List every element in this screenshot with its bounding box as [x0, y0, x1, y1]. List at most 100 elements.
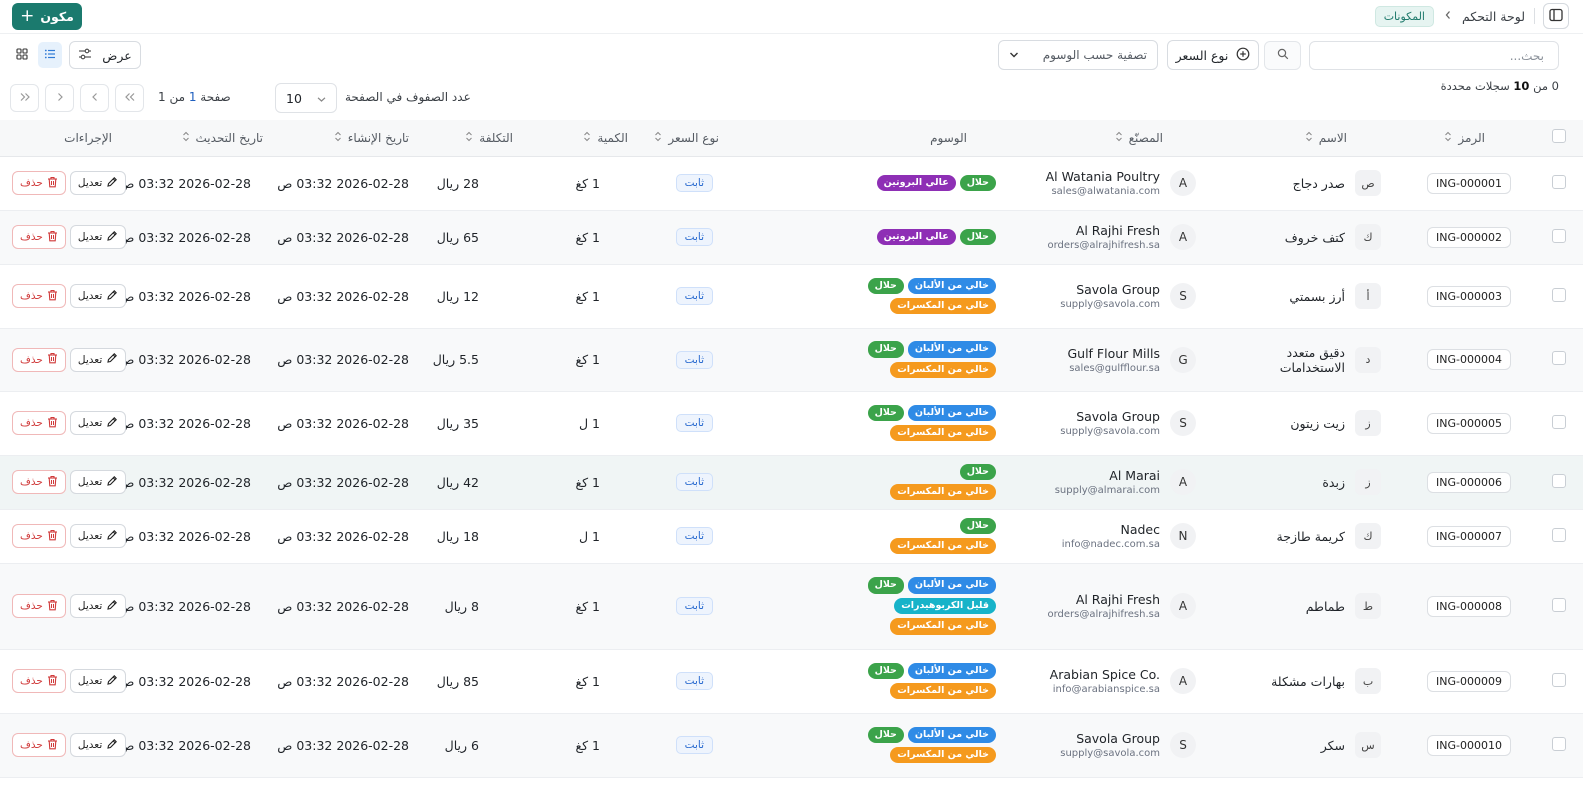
- tags-cell: خالي من الألبان حلال خالي من المكسرات: [861, 662, 996, 700]
- column-header-manufacturer[interactable]: المصنّع: [1115, 131, 1163, 145]
- previous-page-button[interactable]: [80, 84, 109, 112]
- delete-button[interactable]: حذف: [12, 171, 66, 195]
- quantity-value: 1 كغ: [575, 352, 600, 367]
- delete-button[interactable]: حذف: [12, 594, 66, 618]
- next-page-button[interactable]: [45, 84, 74, 112]
- chevron-left-icon: [1444, 9, 1452, 24]
- row-checkbox[interactable]: [1552, 414, 1566, 429]
- row-checkbox[interactable]: [1552, 174, 1566, 189]
- table-row[interactable]: ING-000005 ز زيت زيتون S Savola Group supply@…: [0, 391, 1583, 456]
- created-at-value: 2026-02-28 03:32 ص: [277, 229, 409, 245]
- tag-filter-select[interactable]: تصفية حسب الوسوم: [998, 40, 1158, 70]
- search-input[interactable]: [1309, 41, 1559, 70]
- table-row[interactable]: ING-000007 ك كريمة طازجة N Nadec info@nadec.c…: [0, 509, 1583, 564]
- table-row[interactable]: ING-000009 ب بهارات مشكلة A Arabian Spice Co…: [0, 649, 1583, 714]
- tag-badge: حلال: [959, 463, 996, 480]
- row-actions: تعديل حذف: [0, 524, 127, 548]
- row-checkbox[interactable]: [1552, 597, 1566, 612]
- tag-badge: حلال: [867, 404, 904, 421]
- manufacturer-name: Nadec: [1120, 522, 1160, 537]
- manufacturer-name: Al Rajhi Fresh: [1075, 223, 1160, 238]
- top-bar: لوحة التحكم المكونات مكون +: [0, 0, 1583, 34]
- manufacturer-cell: N Nadec info@nadec.com.sa: [1002, 522, 1196, 550]
- ingredient-avatar: ز: [1355, 410, 1381, 436]
- cost-value: 12 ريال: [436, 288, 479, 304]
- delete-button[interactable]: حذف: [12, 669, 66, 693]
- price-type-badge: ثابت: [675, 228, 713, 246]
- column-header-quantity[interactable]: الكمية: [583, 131, 628, 145]
- plus-icon: +: [20, 6, 35, 26]
- table-row[interactable]: ING-000008 ط طماطم A Al Rajhi Fresh orders@al…: [0, 563, 1583, 650]
- edit-button[interactable]: تعديل: [69, 411, 127, 435]
- select-all-checkbox[interactable]: [1552, 129, 1566, 144]
- list-view-button[interactable]: [38, 42, 62, 68]
- table-row[interactable]: ING-000004 د دقيق متعدد الاستخدامات G Gulf F…: [0, 328, 1583, 392]
- tag-badge: قليل الكربوهيدرات: [894, 597, 996, 615]
- edit-button[interactable]: تعديل: [69, 524, 127, 548]
- divider: [1534, 8, 1535, 24]
- delete-button[interactable]: حذف: [12, 225, 66, 249]
- delete-button[interactable]: حذف: [12, 284, 66, 308]
- row-checkbox[interactable]: [1552, 228, 1566, 243]
- add-ingredient-button[interactable]: مكون +: [12, 3, 82, 30]
- row-checkbox[interactable]: [1552, 736, 1566, 751]
- manufacturer-email: supply@almarai.com: [1054, 485, 1160, 496]
- column-header-created-at[interactable]: تاريخ الإنشاء: [334, 131, 409, 145]
- edit-button[interactable]: تعديل: [69, 225, 127, 249]
- ingredient-avatar: ب: [1355, 668, 1381, 694]
- edit-button[interactable]: تعديل: [69, 733, 127, 757]
- table-row[interactable]: ING-000003 أ أرز بسمتي S Savola Group supply@…: [0, 264, 1583, 329]
- delete-button[interactable]: حذف: [12, 347, 66, 372]
- price-type-filter-button[interactable]: نوع السعر: [1167, 40, 1259, 70]
- table-row[interactable]: ING-000006 ز زبدة A Al Marai supply@almarai.c…: [0, 455, 1583, 510]
- delete-button[interactable]: حذف: [12, 470, 66, 494]
- ingredient-name: كتف خروف: [1284, 229, 1345, 245]
- column-header-cost[interactable]: التكلفة: [465, 131, 513, 145]
- rows-per-page-select[interactable]: 10: [275, 83, 337, 113]
- view-options-label: عرض: [102, 47, 132, 63]
- row-checkbox[interactable]: [1552, 473, 1566, 488]
- edit-button[interactable]: تعديل: [69, 470, 127, 494]
- table-row[interactable]: ING-000002 ك كتف خروف A Al Rajhi Fresh orders…: [0, 210, 1583, 265]
- price-type-badge: ثابت: [675, 174, 713, 192]
- row-checkbox[interactable]: [1552, 672, 1566, 687]
- price-type-badge: ثابت: [675, 597, 713, 615]
- trash-icon: [47, 352, 58, 367]
- edit-button[interactable]: تعديل: [69, 669, 127, 693]
- row-checkbox[interactable]: [1552, 287, 1566, 302]
- delete-button[interactable]: حذف: [12, 733, 66, 757]
- table-row[interactable]: ING-000010 س سكر S Savola Group supply@savola…: [0, 713, 1583, 778]
- sidebar-toggle-button[interactable]: [1543, 3, 1569, 29]
- edit-button[interactable]: تعديل: [69, 594, 127, 618]
- cost-value: 6 ريال: [444, 737, 479, 753]
- breadcrumb-dashboard-link[interactable]: لوحة التحكم: [1462, 9, 1525, 24]
- delete-button[interactable]: حذف: [12, 524, 66, 548]
- row-checkbox[interactable]: [1552, 351, 1566, 365]
- sort-icon: [583, 131, 591, 145]
- view-options-button[interactable]: عرض: [69, 41, 141, 69]
- delete-button[interactable]: حذف: [12, 411, 66, 435]
- column-header-price-type[interactable]: نوع السعر: [654, 131, 719, 145]
- column-header-name[interactable]: الاسم: [1305, 131, 1347, 145]
- ingredient-code: ING-000010: [1427, 734, 1511, 756]
- table-row[interactable]: ING-000001 ص صدر دجاج A Al Watania Poultry sa…: [0, 156, 1583, 211]
- grid-view-button[interactable]: [10, 42, 34, 68]
- edit-button[interactable]: تعديل: [69, 171, 127, 195]
- row-checkbox[interactable]: [1552, 527, 1566, 542]
- ingredient-code: ING-000006: [1427, 471, 1511, 493]
- edit-button[interactable]: تعديل: [69, 347, 127, 372]
- ingredient-code: ING-000008: [1427, 595, 1511, 617]
- last-page-button[interactable]: [10, 84, 39, 112]
- column-header-code[interactable]: الرمز: [1444, 131, 1485, 145]
- manufacturer-name: Savola Group: [1076, 282, 1160, 297]
- created-at-value: 2026-02-28 03:32 ص: [277, 288, 409, 304]
- column-header-updated-at[interactable]: تاريخ التحديث: [182, 131, 263, 145]
- ingredient-avatar: س: [1355, 732, 1381, 758]
- pencil-icon: [106, 176, 118, 191]
- edit-button[interactable]: تعديل: [69, 284, 127, 308]
- quantity-value: 1 ل: [578, 415, 600, 431]
- ingredient-code: ING-000004: [1427, 349, 1511, 370]
- search-button[interactable]: [1264, 41, 1301, 70]
- quantity-value: 1 كغ: [575, 598, 600, 614]
- first-page-button[interactable]: [115, 84, 144, 112]
